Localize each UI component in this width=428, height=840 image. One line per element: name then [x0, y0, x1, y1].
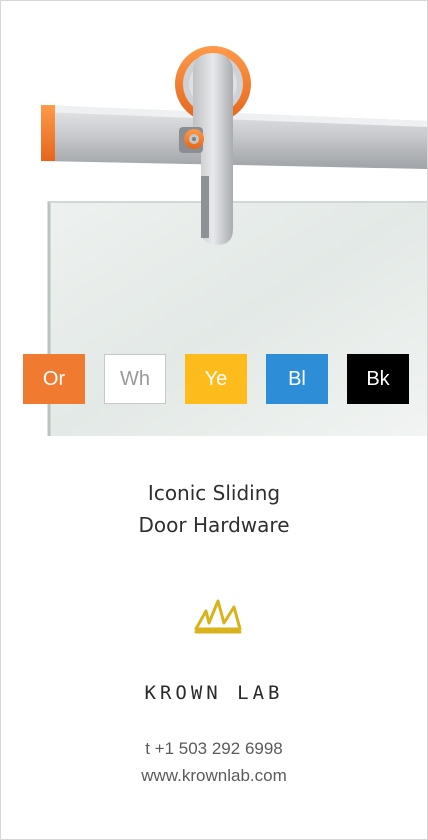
- brand-name: KROWN LAB: [144, 682, 284, 704]
- crown-icon: [192, 593, 244, 637]
- swatch-label: Ye: [204, 367, 228, 390]
- swatch-orange[interactable]: Or: [23, 354, 85, 404]
- title-line-1: Iconic Sliding: [147, 481, 281, 505]
- swatch-label: Wh: [120, 367, 150, 390]
- swatch-label: Or: [42, 367, 66, 390]
- product-card: Or Wh Ye Bl Bk Iconic Sliding Door Hardw…: [0, 0, 428, 840]
- product-title: Iconic Sliding Door Hardware: [1, 477, 427, 541]
- swatch-yellow[interactable]: Ye: [185, 354, 247, 404]
- contact-info: t +1 503 292 6998 www.krownlab.com: [1, 735, 427, 789]
- swatch-label: Bk: [366, 367, 390, 390]
- rail-end-cap: [41, 105, 55, 161]
- swatch-blue[interactable]: Bl: [266, 354, 328, 404]
- swatch-white[interactable]: Wh: [104, 354, 166, 404]
- website-link[interactable]: www.krownlab.com: [1, 762, 427, 789]
- color-swatches: Or Wh Ye Bl Bk: [23, 354, 409, 404]
- swatch-label: Bl: [288, 367, 306, 390]
- swatch-black[interactable]: Bk: [347, 354, 409, 404]
- phone-number[interactable]: t +1 503 292 6998: [1, 735, 427, 762]
- title-line-2: Door Hardware: [138, 513, 290, 537]
